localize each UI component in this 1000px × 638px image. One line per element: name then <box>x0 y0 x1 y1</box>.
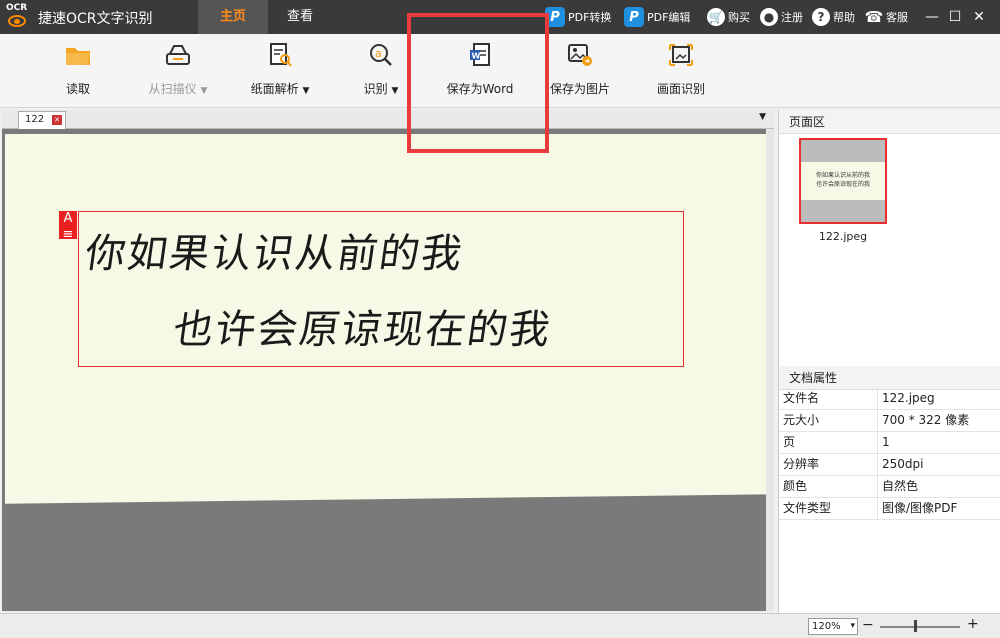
document-tabbar: 122 ✕ ▼ <box>2 110 774 129</box>
thumbnail-line-1: 你如果认识从前的我 <box>815 172 870 179</box>
service-button[interactable]: ☎ 客服 <box>865 6 908 28</box>
app-logo: OCR <box>6 3 32 31</box>
logo-text: OCR <box>6 3 28 13</box>
vertical-scrollbar[interactable] <box>766 129 774 611</box>
pdf-convert-button[interactable]: P PDF转换 <box>545 6 611 28</box>
property-value: 122.jpeg <box>882 391 935 405</box>
property-key: 文件类型 <box>779 498 878 519</box>
app-title: 捷速OCR文字识别 <box>38 11 153 27</box>
register-label: 注册 <box>781 11 803 24</box>
chevron-down-icon[interactable]: ▼ <box>759 112 766 122</box>
close-icon[interactable]: ✕ <box>52 115 62 125</box>
buy-label: 购买 <box>728 11 750 24</box>
document-tab-label: 122 <box>25 114 45 125</box>
pdf-edit-button[interactable]: P PDF编辑 <box>624 6 690 28</box>
read-button[interactable]: 读取 <box>58 42 98 97</box>
page-thumbnail-caption: 122.jpeg <box>818 230 868 243</box>
scanner-button[interactable]: 从扫描仪 ▼ <box>140 42 216 97</box>
tab-home[interactable]: 主页 <box>198 0 268 34</box>
help-label: 帮助 <box>833 11 855 24</box>
screen-capture-icon <box>667 42 695 70</box>
zoom-out-icon[interactable]: − <box>862 617 874 633</box>
thumbnail-content: 你如果认识从前的我 也许会原谅现在的我 <box>801 162 885 200</box>
property-row: 元大小 700 * 322 像素 <box>779 410 1000 432</box>
property-key: 文件名 <box>779 388 878 409</box>
screen-ocr-button[interactable]: 画面识别 <box>651 42 711 97</box>
chevron-down-icon: ▼ <box>302 86 310 96</box>
phone-icon: ☎ <box>864 8 884 26</box>
property-key: 页 <box>779 432 878 453</box>
property-value: 自然色 <box>882 479 919 493</box>
close-icon[interactable]: ✕ <box>968 6 990 28</box>
help-icon: ? <box>812 8 830 26</box>
text-region-badge-icon[interactable]: A ≡ <box>59 211 77 242</box>
save-as-image-label: 保存为图片 <box>549 82 610 96</box>
properties-panel-title: 文档属性 <box>779 366 1000 390</box>
property-row: 文件名 122.jpeg <box>779 388 1000 410</box>
property-row: 页1 <box>779 432 1000 454</box>
pages-panel-title: 页面区 <box>779 110 1000 134</box>
right-panel: 页面区 你如果认识从前的我 也许会原谅现在的我 122.jpeg 文档属性 文件… <box>778 110 1000 613</box>
paper-parse-label: 纸面解析 <box>250 82 299 96</box>
recognize-label: 识别 <box>363 82 388 96</box>
handwriting-line-1: 你如果认识从前的我 <box>82 231 467 277</box>
read-label: 读取 <box>65 82 90 96</box>
property-row: 颜色 自然色 <box>779 476 1000 498</box>
help-button[interactable]: ? 帮助 <box>812 6 855 28</box>
screen-ocr-label: 画面识别 <box>656 82 705 96</box>
property-value: 1 <box>882 435 890 449</box>
chevron-down-icon: ▼ <box>200 86 208 96</box>
property-value: 250dpi <box>882 457 924 471</box>
recognize-icon: a <box>367 42 395 70</box>
service-label: 客服 <box>886 11 908 24</box>
register-button[interactable]: ● 注册 <box>760 6 803 28</box>
minimize-icon[interactable]: — <box>921 6 943 28</box>
property-value: 图像/图像PDF <box>882 501 958 515</box>
chevron-down-icon: ▼ <box>391 86 399 96</box>
svg-text:a: a <box>375 47 382 60</box>
tab-view[interactable]: 查看 <box>268 0 332 34</box>
page-thumbnail[interactable]: 你如果认识从前的我 也许会原谅现在的我 <box>799 138 887 224</box>
status-bar: 120% − + <box>0 613 1000 638</box>
paper-parse-button[interactable]: 纸面解析 ▼ <box>244 42 316 97</box>
pdf-edit-icon: P <box>624 7 644 27</box>
save-as-image-button[interactable]: 保存为图片 <box>547 42 613 97</box>
zoom-select[interactable]: 120% <box>808 618 858 635</box>
highlight-annotation <box>407 13 549 153</box>
user-icon: ● <box>760 8 778 26</box>
recognize-button[interactable]: a 识别 ▼ <box>358 42 404 97</box>
property-row: 文件类型 图像/图像PDF <box>779 498 1000 520</box>
property-key: 元大小 <box>779 410 878 431</box>
property-row: 分辨率 250dpi <box>779 454 1000 476</box>
zoom-in-icon[interactable]: + <box>967 616 979 632</box>
document-canvas[interactable]: A ≡ 你如果认识从前的我 也许会原谅现在的我 <box>2 129 774 611</box>
folder-icon <box>64 42 92 70</box>
scanner-label: 从扫描仪 <box>148 82 197 96</box>
maximize-icon[interactable]: ☐ <box>944 6 966 28</box>
property-value: 700 * 322 像素 <box>882 413 970 427</box>
thumbnail-line-2: 也许会原谅现在的我 <box>815 181 870 188</box>
buy-button[interactable]: 🛒 购买 <box>707 6 750 28</box>
zoom-slider-track[interactable] <box>880 626 960 628</box>
property-key: 分辨率 <box>779 454 878 475</box>
document-search-icon <box>266 42 294 70</box>
zoom-slider-handle[interactable] <box>914 620 917 632</box>
handwriting-line-2: 也许会原谅现在的我 <box>170 307 555 353</box>
pdf-edit-label: PDF编辑 <box>647 11 691 24</box>
eye-icon <box>8 15 26 27</box>
pdf-convert-label: PDF转换 <box>568 11 612 24</box>
property-key: 颜色 <box>779 476 878 497</box>
image-export-icon <box>566 42 594 70</box>
scanner-icon <box>164 42 192 70</box>
properties-table: 文件名 122.jpeg 元大小 700 * 322 像素 页1 分辨率 250dpi… <box>779 388 1000 520</box>
document-tab[interactable]: 122 ✕ <box>18 111 66 129</box>
cart-icon: 🛒 <box>707 8 725 26</box>
